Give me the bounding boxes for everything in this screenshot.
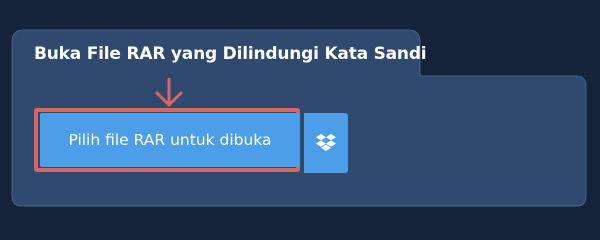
dropbox-icon [316,134,336,151]
dropbox-button[interactable] [304,113,348,173]
choose-rar-file-label: Pilih file RAR untuk dibuka [68,131,272,149]
arrow-down-icon [155,78,183,107]
choose-rar-file-button[interactable]: Pilih file RAR untuk dibuka [40,113,300,167]
panel-title: Buka File RAR yang Dilindungi Kata Sandi [34,44,427,64]
